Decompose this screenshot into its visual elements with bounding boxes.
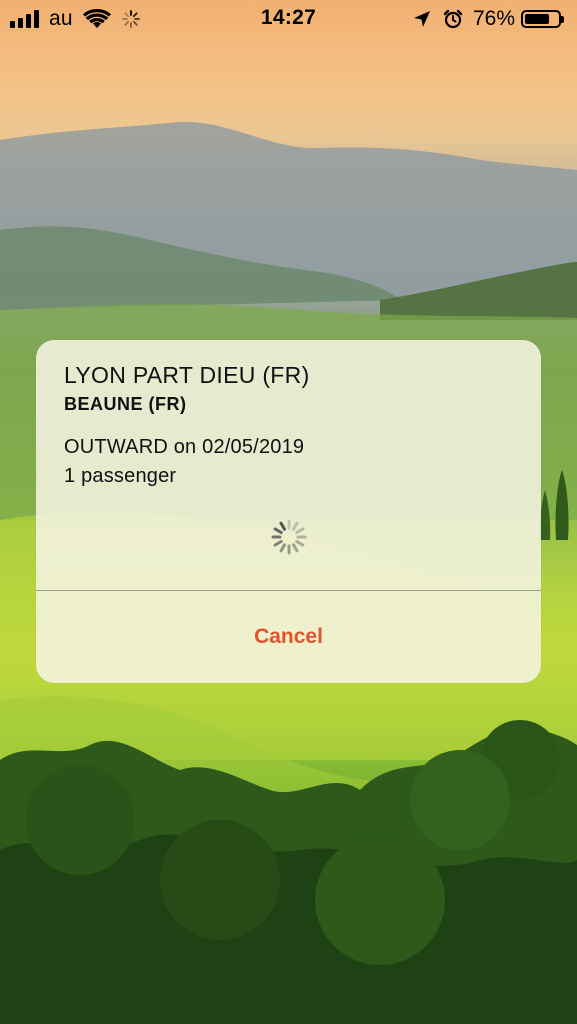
location-arrow-icon — [413, 11, 430, 27]
battery-icon — [521, 10, 564, 28]
passenger-count: 1 passenger — [64, 465, 177, 487]
battery-percent: 76% — [472, 7, 515, 30]
cancel-button[interactable]: Cancel — [36, 591, 541, 683]
alarm-icon — [443, 9, 463, 29]
status-bar: au 14:27 76% — [0, 0, 577, 38]
destination-station: BEAUNE (FR) — [64, 394, 187, 414]
outward-date: OUTWARD on 02/05/2019 — [64, 436, 305, 458]
screen: au 14:27 76% LYON PART DIEU (FR) BEAUNE … — [0, 0, 577, 1024]
spinner-icon — [271, 519, 307, 555]
booking-loading-dialog: LYON PART DIEU (FR) BEAUNE (FR) OUTWARD … — [36, 340, 541, 683]
status-right: 76% — [413, 7, 564, 31]
battery-level-fill — [525, 14, 550, 24]
origin-station: LYON PART DIEU (FR) — [64, 362, 310, 388]
